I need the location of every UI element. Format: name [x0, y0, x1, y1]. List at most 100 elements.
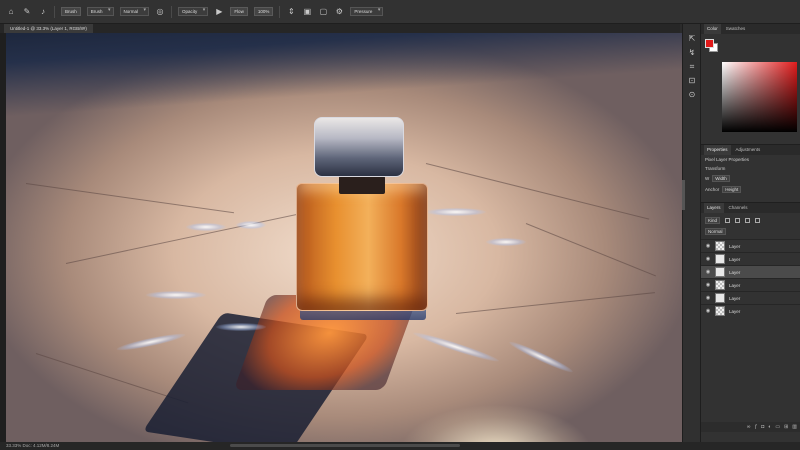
layer-row[interactable]: ◉ Layer	[701, 304, 800, 317]
options-dropdown[interactable]: Brush	[86, 7, 114, 16]
layer-name: Layer	[729, 269, 741, 275]
filter-shape-icon[interactable]	[755, 218, 761, 223]
crop-tool-icon[interactable]: ⌗	[687, 62, 697, 72]
options-separator	[171, 5, 173, 18]
layer-list: ◉ Layer ◉ Layer ◉ Layer ◉ Layer ◉ Layer ◉ Layer	[701, 239, 800, 317]
options-field[interactable]: Flow	[230, 7, 248, 16]
document-tab[interactable]: Untitled-1 @ 33.3% (Layer 1, RGB/8#)	[4, 24, 93, 33]
document-tab-bar: Untitled-1 @ 33.3% (Layer 1, RGB/8#)	[0, 24, 680, 33]
brush-preset-icon[interactable]: ♪	[38, 7, 48, 17]
color-panel-tabs: Color Swatches	[701, 24, 800, 34]
link-layers-icon[interactable]: ∞	[747, 424, 751, 430]
adjustment-layer-icon[interactable]: ◐	[768, 424, 771, 430]
options-dropdown[interactable]: Opacity	[178, 7, 209, 16]
tab-color[interactable]: Color	[704, 24, 721, 34]
layer-row[interactable]: ◉ Layer	[701, 239, 800, 252]
delete-layer-icon[interactable]: ▥	[792, 424, 797, 430]
layers-toolbar: Kind	[701, 213, 800, 228]
layer-kind-filter[interactable]: Kind	[705, 217, 721, 224]
canvas-image[interactable]	[6, 33, 682, 442]
layer-thumbnail	[715, 267, 725, 277]
perfume-bottle	[296, 183, 428, 311]
properties-subtitle: Transform	[705, 166, 726, 171]
options-bar: ⌂ ✎ ♪ Brush Brush Normal ◎ Opacity ▶ Flow 100% ⇕ ▣ ▢ ⚙…	[0, 0, 800, 24]
angle-icon[interactable]: ▣	[302, 7, 312, 17]
layer-name: Layer	[729, 308, 741, 314]
options-dropdown[interactable]: Pressure	[350, 7, 384, 16]
layer-thumbnail	[715, 241, 725, 251]
properties-row-2: Anchor Height	[701, 184, 800, 195]
tab-properties[interactable]: Properties	[704, 145, 731, 155]
tab-layers[interactable]: Layers	[704, 203, 724, 213]
horizontal-scrollbar[interactable]	[230, 444, 460, 447]
anchor-label: Anchor	[705, 187, 720, 192]
width-input[interactable]: Width	[712, 175, 730, 182]
properties-title: Pixel Layer Properties	[705, 157, 750, 162]
options-dropdown[interactable]: Normal	[119, 7, 150, 16]
tab-adjustments[interactable]: Adjustments	[733, 145, 764, 155]
brush-tool-icon[interactable]: ✎	[22, 7, 32, 17]
layers-panel: Layers Channels Kind Normal ◉ Layer ◉ Layer…	[701, 202, 800, 432]
filter-pixel-icon[interactable]	[725, 218, 731, 223]
layer-row[interactable]: ◉ Layer	[701, 291, 800, 304]
properties-panel: Properties Adjustments Pixel Layer Prope…	[701, 144, 800, 202]
layers-panel-tabs: Layers Channels	[701, 203, 800, 213]
height-input[interactable]: Height	[722, 186, 742, 193]
visibility-eye-icon[interactable]: ◉	[705, 295, 711, 301]
new-group-icon[interactable]: ▭	[775, 424, 780, 430]
options-field[interactable]: Brush	[61, 7, 81, 16]
add-mask-icon[interactable]: ◘	[761, 424, 764, 430]
vertical-scrollbar[interactable]	[682, 180, 685, 210]
visibility-eye-icon[interactable]: ◉	[705, 243, 711, 249]
settings-icon[interactable]: ⚙	[334, 7, 344, 17]
options-separator	[54, 5, 55, 18]
canvas-area[interactable]	[0, 33, 682, 442]
layer-name: Layer	[729, 243, 741, 249]
healing-tool-icon[interactable]: ⊙	[687, 90, 697, 100]
visibility-eye-icon[interactable]: ◉	[705, 282, 711, 288]
layer-row[interactable]: ◉ Layer	[701, 265, 800, 278]
bottle-neck	[339, 176, 385, 194]
layers-blend-row: Normal	[701, 228, 800, 239]
status-text: 33.33% Doc: 4.12M/8.24M	[6, 443, 60, 448]
symmetry-icon[interactable]: ▢	[318, 7, 328, 17]
options-field[interactable]: 100%	[253, 7, 274, 16]
options-separator	[279, 5, 281, 18]
home-icon[interactable]: ⌂	[6, 7, 16, 17]
blend-mode-select[interactable]: Normal	[705, 228, 726, 235]
visibility-eye-icon[interactable]: ◉	[705, 269, 711, 275]
visibility-eye-icon[interactable]: ◉	[705, 308, 711, 314]
layer-name: Layer	[729, 256, 741, 262]
layers-footer: ∞ ƒ ◘ ◐ ▭ ⊞ ▥	[701, 422, 800, 432]
layer-row[interactable]: ◉ Layer	[701, 252, 800, 265]
new-layer-icon[interactable]: ⊞	[784, 424, 788, 430]
color-panel: Color Swatches	[701, 24, 800, 144]
foreground-color-swatch[interactable]	[705, 39, 714, 48]
tool-strip: ⇱ ↯ ⌗ ⊡ ⊙	[682, 24, 700, 442]
status-bar: 33.33% Doc: 4.12M/8.24M	[0, 442, 800, 450]
properties-panel-tabs: Properties Adjustments	[701, 145, 800, 155]
filter-adjust-icon[interactable]	[735, 218, 741, 223]
tab-swatches[interactable]: Swatches	[723, 24, 749, 34]
right-panels: Color Swatches Properties Adjustments Pi…	[700, 24, 800, 442]
layer-thumbnail	[715, 293, 725, 303]
color-picker-field[interactable]	[722, 62, 797, 132]
eyedropper-tool-icon[interactable]: ⊡	[687, 76, 697, 86]
tab-channels[interactable]: Channels	[726, 203, 751, 213]
lasso-tool-icon[interactable]: ↯	[687, 48, 697, 58]
layer-name: Layer	[729, 282, 741, 288]
filter-type-icon[interactable]	[745, 218, 751, 223]
layer-thumbnail	[715, 254, 725, 264]
width-label: W	[705, 176, 710, 181]
layer-name: Layer	[729, 295, 741, 301]
move-tool-icon[interactable]: ⇱	[687, 34, 697, 44]
layer-thumbnail	[715, 306, 725, 316]
smoothing-icon[interactable]: ⇕	[286, 7, 296, 17]
visibility-eye-icon[interactable]: ◉	[705, 256, 711, 262]
layer-thumbnail	[715, 280, 725, 290]
layer-row[interactable]: ◉ Layer	[701, 278, 800, 291]
airbrush-icon[interactable]: ▶	[214, 7, 224, 17]
pressure-opacity-icon[interactable]: ◎	[155, 7, 165, 17]
layer-style-icon[interactable]: ƒ	[754, 424, 757, 430]
properties-row-1: W Width	[701, 173, 800, 184]
